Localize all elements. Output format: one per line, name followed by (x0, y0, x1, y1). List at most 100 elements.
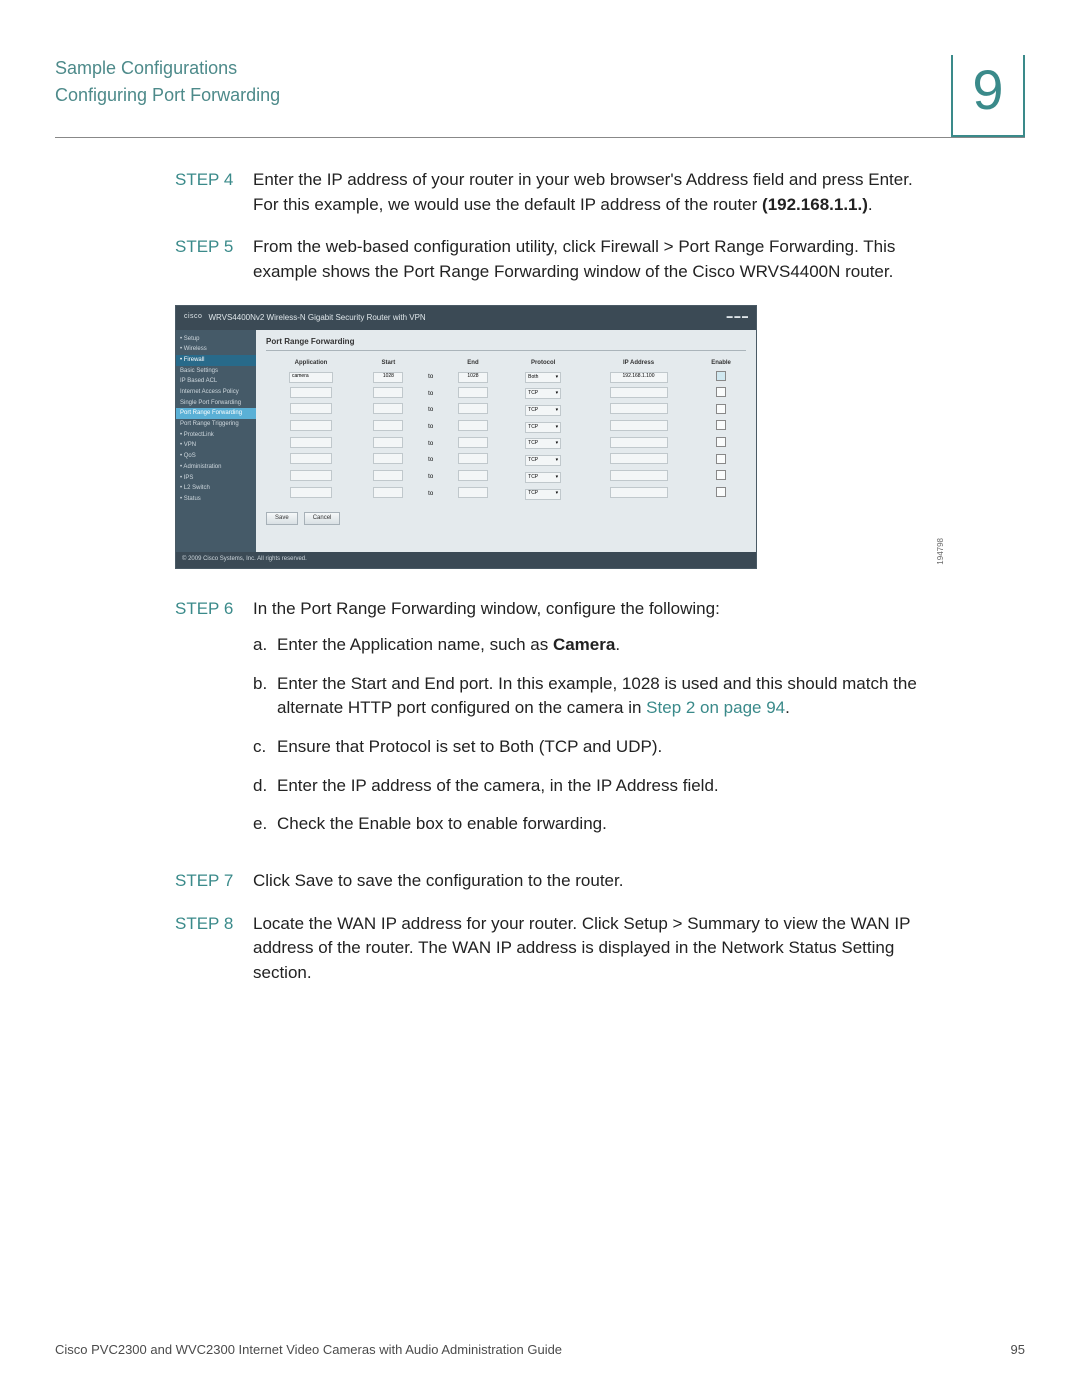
chapter-number: 9 (972, 62, 1003, 118)
ss-nav-item[interactable]: • Status (176, 494, 256, 505)
figure-code: 194798 (935, 538, 947, 565)
app-input[interactable] (290, 420, 332, 431)
ss-nav-item[interactable]: IP Based ACL (176, 376, 256, 387)
cancel-button[interactable]: Cancel (304, 512, 341, 525)
ss-nav-item[interactable]: Port Range Triggering (176, 419, 256, 430)
sub-letter: c. (253, 735, 277, 760)
proto-select[interactable]: TCP▾ (525, 489, 561, 500)
enable-check[interactable] (716, 420, 726, 430)
enable-check[interactable] (716, 404, 726, 414)
table-row: to TCP▾ (266, 386, 746, 403)
ip-input[interactable] (610, 403, 668, 414)
app-input[interactable] (290, 487, 332, 498)
app-input[interactable] (290, 387, 332, 398)
enable-check[interactable] (716, 371, 726, 381)
page-header: Sample Configurations Configuring Port F… (55, 55, 1025, 137)
step-label: STEP 5 (175, 235, 253, 284)
step-6: STEP 6 In the Port Range Forwarding wind… (175, 597, 935, 851)
app-input[interactable]: camera (289, 372, 333, 383)
enable-check[interactable] (716, 487, 726, 497)
enable-check[interactable] (716, 437, 726, 447)
ip-input[interactable] (610, 453, 668, 464)
ip-input[interactable] (610, 437, 668, 448)
text: Enter the Application name, such as (277, 635, 553, 654)
end-input[interactable] (458, 437, 488, 448)
step-7: STEP 7 Click Save to save the configurat… (175, 869, 935, 894)
enable-check[interactable] (716, 470, 726, 480)
ss-nav-item[interactable]: • Firewall (176, 355, 256, 366)
ss-nav-item[interactable]: • ProtectLink (176, 430, 256, 441)
to-label: to (421, 486, 441, 503)
ss-nav-item[interactable]: • Setup (176, 334, 256, 345)
text: Enter the IP address of the camera, in t… (277, 776, 719, 795)
ip-input[interactable]: 192.168.1.100 (610, 372, 668, 383)
to-label: to (421, 436, 441, 453)
end-input[interactable] (458, 387, 488, 398)
substep-a: a. Enter the Application name, such as C… (253, 633, 935, 658)
ss-nav-item[interactable]: • IPS (176, 473, 256, 484)
start-input[interactable] (373, 437, 403, 448)
proto-select[interactable]: TCP▾ (525, 422, 561, 433)
step-label: STEP 8 (175, 912, 253, 986)
text: Enter the IP address of your router in y… (253, 170, 868, 189)
start-input[interactable] (373, 470, 403, 481)
proto-select[interactable]: TCP▾ (525, 388, 561, 399)
start-input[interactable] (373, 453, 403, 464)
ss-nav-item[interactable]: Single Port Forwarding (176, 398, 256, 409)
ss-nav-item[interactable]: • QoS (176, 451, 256, 462)
start-input[interactable]: 1028 (373, 372, 403, 383)
to-label: to (421, 386, 441, 403)
ss-nav-item-active[interactable]: Port Range Forwarding (176, 408, 256, 419)
section-subtitle: Configuring Port Forwarding (55, 82, 280, 109)
end-input[interactable] (458, 487, 488, 498)
ss-nav-item[interactable]: • VPN (176, 440, 256, 451)
start-input[interactable] (373, 487, 403, 498)
text: Enter the Start and End port. In this ex… (277, 674, 622, 693)
app-input[interactable] (290, 437, 332, 448)
sub-letter: e. (253, 812, 277, 837)
ip-input[interactable] (610, 487, 668, 498)
step-label: STEP 7 (175, 869, 253, 894)
end-input[interactable]: 1028 (458, 372, 488, 383)
app-input[interactable] (290, 453, 332, 464)
end-input[interactable] (458, 403, 488, 414)
substep-e: e. Check the Enable box to enable forwar… (253, 812, 935, 837)
end-input[interactable] (458, 470, 488, 481)
end-input[interactable] (458, 420, 488, 431)
start-input[interactable] (373, 387, 403, 398)
ss-nav-item[interactable]: Internet Access Policy (176, 387, 256, 398)
proto-select[interactable]: Both▾ (525, 372, 561, 383)
ss-nav-item[interactable]: Basic Settings (176, 366, 256, 377)
ss-nav-item[interactable]: • L2 Switch (176, 483, 256, 494)
ss-col-header: Start (356, 357, 421, 370)
text: (TCP and UDP). (534, 737, 662, 756)
sub-letter: a. (253, 633, 277, 658)
substep-c: c. Ensure that Protocol is set to Both (… (253, 735, 935, 760)
page-number: 95 (1011, 1342, 1025, 1357)
proto-select[interactable]: TCP▾ (525, 472, 561, 483)
footer-doc-title: Cisco PVC2300 and WVC2300 Internet Video… (55, 1342, 562, 1357)
table-row: toTCP▾ (266, 419, 746, 436)
save-button[interactable]: Save (266, 512, 298, 525)
to-label: to (421, 452, 441, 469)
cross-ref-link[interactable]: Step 2 on page 94 (646, 698, 785, 717)
enable-check[interactable] (716, 387, 726, 397)
app-input[interactable] (290, 403, 332, 414)
text: Ensure that Protocol is set to (277, 737, 499, 756)
proto-select[interactable]: TCP▾ (525, 405, 561, 416)
app-input[interactable] (290, 470, 332, 481)
ss-nav-item[interactable]: • Administration (176, 462, 256, 473)
ip-input[interactable] (610, 387, 668, 398)
ss-nav-item[interactable]: • Wireless (176, 344, 256, 355)
ip-input[interactable] (610, 470, 668, 481)
start-input[interactable] (373, 403, 403, 414)
enable-check[interactable] (716, 454, 726, 464)
ss-product: WRVS4400Nv2 Wireless-N Gigabit Security … (208, 312, 425, 324)
proto-select[interactable]: TCP▾ (525, 455, 561, 466)
ip-input[interactable] (610, 420, 668, 431)
end-input[interactable] (458, 453, 488, 464)
ss-titlebar: cisco WRVS4400Nv2 Wireless-N Gigabit Sec… (176, 306, 756, 330)
text: From the web-based configuration utility… (253, 237, 600, 256)
start-input[interactable] (373, 420, 403, 431)
proto-select[interactable]: TCP▾ (525, 438, 561, 449)
